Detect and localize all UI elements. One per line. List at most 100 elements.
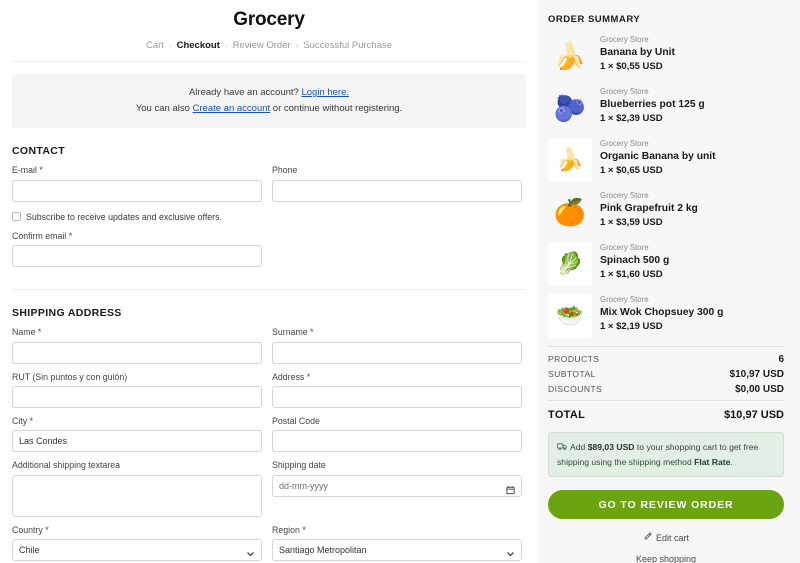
ship-note-amount: $89,03 USD bbox=[587, 442, 635, 452]
create-account-link[interactable]: Create an account bbox=[193, 103, 271, 114]
product-store: Grocery Store bbox=[600, 35, 649, 44]
product-qty-price: 1 × $3,59 USD bbox=[600, 217, 663, 229]
subscribe-label: Subscribe to receive updates and exclusi… bbox=[26, 211, 222, 222]
list-item[interactable]: 🫐 Grocery Store Blueberries pot 125 g 1 … bbox=[548, 86, 784, 130]
breadcrumb-separator-icon: › bbox=[168, 41, 172, 50]
breadcrumb: Cart › Checkout › Review Order › Success… bbox=[12, 31, 526, 62]
account-notice: Already have an account? Login here. You… bbox=[12, 74, 526, 129]
phone-input[interactable] bbox=[272, 179, 522, 202]
totals-row-products: PRODUCTS 6 bbox=[548, 354, 784, 365]
subscribe-checkbox[interactable] bbox=[12, 212, 21, 222]
rut-input[interactable] bbox=[12, 386, 262, 409]
shipping-date-input[interactable] bbox=[272, 474, 522, 497]
shipping-row-4: Additional shipping textarea Shipping da… bbox=[12, 460, 526, 524]
phone-field-group: Phone bbox=[272, 165, 522, 209]
delivery-truck-icon bbox=[557, 441, 568, 455]
product-name: Organic Banana by unit bbox=[600, 150, 716, 162]
product-qty-price: 1 × $2,39 USD bbox=[600, 113, 663, 125]
country-label: Country * bbox=[12, 524, 49, 535]
edit-cart-button[interactable]: Edit cart bbox=[643, 532, 689, 543]
section-divider bbox=[12, 289, 526, 291]
breadcrumb-item-review-order[interactable]: Review Order bbox=[233, 40, 291, 51]
product-qty-price: 1 × $2,19 USD bbox=[600, 321, 663, 333]
subscribe-checkbox-row[interactable]: Subscribe to receive updates and exclusi… bbox=[12, 212, 526, 222]
list-item[interactable]: 🍌 Grocery Store Organic Banana by unit 1… bbox=[548, 138, 784, 182]
surname-input[interactable] bbox=[272, 341, 522, 364]
city-field-group: City * bbox=[12, 416, 262, 460]
postal-code-field-group: Postal Code bbox=[272, 416, 522, 460]
region-group: Region * bbox=[272, 525, 522, 563]
go-to-review-order-button[interactable]: GO TO REVIEW ORDER bbox=[548, 490, 784, 520]
product-qty-price: 1 × $1,60 USD bbox=[600, 269, 663, 281]
email-label: E-mail * bbox=[12, 165, 43, 176]
breadcrumb-item-checkout[interactable]: Checkout bbox=[177, 40, 220, 51]
email-field-group: E-mail * bbox=[12, 165, 262, 209]
account-notice-line2-prefix: You can also bbox=[135, 102, 190, 114]
product-name: Pink Grapefruit 2 kg bbox=[600, 202, 698, 214]
account-notice-line1-text: Already have an account? bbox=[188, 87, 299, 98]
region-select[interactable] bbox=[272, 539, 522, 562]
totals-key: PRODUCTS bbox=[548, 354, 600, 364]
breadcrumb-item-successful-purchase[interactable]: Successful Purchase bbox=[303, 40, 392, 51]
additional-shipping-label: Additional shipping textarea bbox=[12, 460, 121, 471]
list-item[interactable]: 🍊 Grocery Store Pink Grapefruit 2 kg 1 ×… bbox=[548, 190, 784, 234]
shipping-row-1: Name * Surname * bbox=[12, 327, 526, 371]
address-label: Address * bbox=[272, 371, 311, 382]
breadcrumb-item-cart[interactable]: Cart bbox=[146, 40, 164, 51]
breadcrumb-separator-icon: › bbox=[295, 41, 299, 50]
additional-shipping-group: Additional shipping textarea bbox=[12, 460, 262, 524]
additional-shipping-textarea[interactable] bbox=[12, 474, 262, 517]
contact-row-2: Confirm email * bbox=[12, 231, 526, 275]
product-thumbnail-icon: 🫐 bbox=[553, 93, 587, 123]
totals-value: $10,97 USD bbox=[729, 369, 784, 380]
name-label: Name * bbox=[12, 327, 42, 338]
secondary-actions: Edit cart Keep shopping bbox=[548, 528, 784, 563]
confirm-email-label: Confirm email * bbox=[12, 230, 73, 241]
list-item[interactable]: 🍌 Grocery Store Banana by Unit 1 × $0,55… bbox=[548, 34, 784, 78]
shipping-row-2: RUT (Sin puntos y con guión) Address * bbox=[12, 372, 526, 416]
product-qty-price: 1 × $0,65 USD bbox=[600, 165, 663, 177]
product-thumbnail-icon: 🍌 bbox=[553, 41, 587, 71]
country-select[interactable] bbox=[12, 539, 262, 562]
postal-code-input[interactable] bbox=[272, 430, 522, 453]
ship-note-method: Flat Rate bbox=[694, 457, 731, 468]
grand-total-key: TOTAL bbox=[548, 409, 586, 421]
breadcrumb-separator-icon: › bbox=[224, 41, 228, 50]
product-store: Grocery Store bbox=[600, 191, 649, 200]
product-qty-price: 1 × $0,55 USD bbox=[600, 61, 663, 73]
grand-total-value: $10,97 USD bbox=[724, 409, 784, 421]
name-input[interactable] bbox=[12, 341, 262, 364]
address-input[interactable] bbox=[272, 386, 522, 409]
account-notice-line2: You can also Create an account or contin… bbox=[22, 101, 516, 117]
ship-note-prefix: Add bbox=[570, 442, 586, 452]
postal-code-label: Postal Code bbox=[272, 416, 320, 427]
city-input[interactable] bbox=[12, 430, 262, 453]
keep-shopping-button[interactable]: Keep shopping bbox=[548, 554, 784, 563]
totals-row-subtotal: SUBTOTAL $10,97 USD bbox=[548, 369, 784, 380]
product-store: Grocery Store bbox=[600, 87, 649, 96]
shipping-section-title: SHIPPING ADDRESS bbox=[12, 307, 122, 320]
order-summary-title: ORDER SUMMARY bbox=[548, 14, 641, 25]
totals-key: DISCOUNTS bbox=[548, 384, 603, 394]
order-items-list: 🍌 Grocery Store Banana by Unit 1 × $0,55… bbox=[548, 34, 784, 338]
country-group: Country * bbox=[12, 525, 262, 563]
product-thumbnail-icon: 🥬 bbox=[548, 242, 592, 286]
account-notice-line2-suffix: or continue without registering. bbox=[272, 102, 403, 114]
ship-note-suffix: . bbox=[730, 457, 733, 468]
product-thumbnail-icon: 🍌 bbox=[548, 138, 592, 182]
product-name: Banana by Unit bbox=[600, 46, 675, 58]
list-item[interactable]: 🥗 Grocery Store Mix Wok Chopsuey 300 g 1… bbox=[548, 294, 784, 338]
product-name: Spinach 500 g bbox=[600, 254, 670, 266]
shipping-row-3: City * Postal Code bbox=[12, 416, 526, 460]
city-label: City * bbox=[12, 416, 34, 427]
shipping-date-group: Shipping date bbox=[272, 460, 522, 524]
email-input[interactable] bbox=[12, 179, 262, 202]
product-name: Mix Wok Chopsuey 300 g bbox=[600, 306, 724, 318]
product-store: Grocery Store bbox=[600, 295, 649, 304]
login-link[interactable]: Login here. bbox=[301, 87, 349, 98]
confirm-email-field-group: Confirm email * bbox=[12, 231, 262, 275]
list-item[interactable]: 🥬 Grocery Store Spinach 500 g 1 × $1,60 … bbox=[548, 242, 784, 286]
totals-row-discounts: DISCOUNTS $0,00 USD bbox=[548, 384, 784, 395]
confirm-email-input[interactable] bbox=[12, 245, 262, 268]
address-field-group: Address * bbox=[272, 372, 522, 416]
